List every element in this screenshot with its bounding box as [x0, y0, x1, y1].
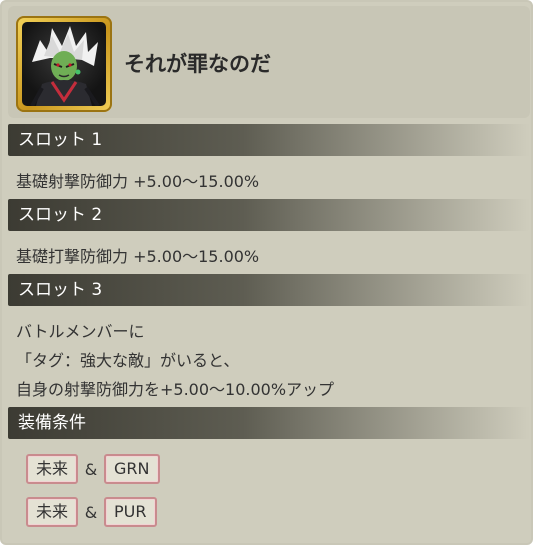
slot-3-header: スロット 3 — [8, 274, 530, 306]
medal-title: それが罪なのだ — [124, 52, 271, 76]
character-art — [22, 22, 106, 106]
slot-3-effect-line-3: 自身の射撃防御力を+5.00〜10.00%アップ — [16, 380, 335, 399]
condition-tag[interactable]: 未来 — [26, 454, 79, 484]
slot-1-effect: 基礎射撃防御力 +5.00〜15.00% — [16, 172, 260, 191]
condition-and: & — [84, 502, 98, 522]
character-portrait[interactable] — [16, 16, 112, 112]
slot-2-effect: 基礎打撃防御力 +5.00〜15.00% — [16, 247, 260, 266]
slot-3-effect-line-1: バトルメンバーに — [16, 322, 145, 341]
condition-and: & — [84, 459, 98, 479]
medal-header: それが罪なのだ — [8, 6, 530, 118]
character-illustration-icon — [30, 26, 100, 106]
medal-detail-panel: それが罪なのだ スロット 1 基礎射撃防御力 +5.00〜15.00% スロット… — [0, 0, 533, 545]
condition-tag[interactable]: 未来 — [26, 497, 79, 527]
condition-tag[interactable]: GRN — [104, 454, 160, 484]
equip-conditions-header: 装備条件 — [8, 407, 530, 439]
condition-row: 未来 & GRN — [26, 454, 160, 484]
condition-tag[interactable]: PUR — [104, 497, 157, 527]
slot-3-effect-line-2: 「タグ：強大な敵」がいると、 — [16, 351, 240, 370]
slot-1-header: スロット 1 — [8, 124, 530, 156]
slot-2-header: スロット 2 — [8, 199, 530, 231]
condition-row: 未来 & PUR — [26, 497, 157, 527]
